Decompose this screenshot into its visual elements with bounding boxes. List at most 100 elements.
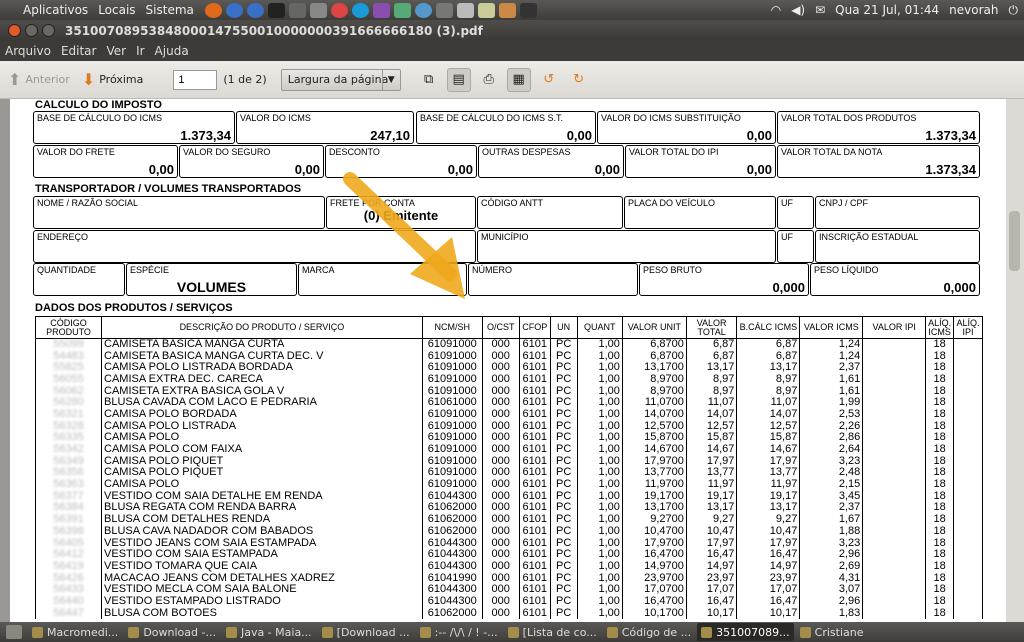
menu-ir[interactable]: Ir	[131, 44, 149, 58]
clock[interactable]: Qua 21 Jul, 01:44	[835, 3, 939, 17]
next-page-button[interactable]: ⬇ Próxima	[82, 70, 144, 89]
taskbar-item[interactable]: [Lista de co...	[504, 623, 601, 641]
zoom-select[interactable]: Largura da página ▼	[280, 68, 401, 91]
table-cell	[953, 361, 983, 374]
settings-icon[interactable]	[435, 2, 453, 18]
page-number-input[interactable]	[173, 69, 218, 90]
editor-icon[interactable]	[477, 2, 495, 18]
table-cell: 2,26	[799, 420, 864, 432]
menu-arquivo[interactable]: Arquivo	[0, 44, 56, 58]
minimize-window-button[interactable]	[25, 24, 38, 37]
help-icon-2[interactable]	[246, 2, 264, 18]
picasa-icon[interactable]	[372, 2, 390, 18]
table-cell: 1,99	[799, 396, 864, 409]
table-cell: 18	[925, 513, 955, 526]
taskbar-item[interactable]: Cristiane	[796, 623, 868, 641]
table-cell: 10,4700	[621, 525, 687, 538]
mail-icon[interactable]: ✉	[815, 3, 825, 17]
table-cell: 10,17	[685, 607, 738, 619]
column-header: VALOR UNIT	[621, 316, 687, 339]
taskbar-item-label: [Lista de co...	[522, 625, 597, 639]
table-cell: 18	[925, 408, 955, 421]
table-cell: 1,00	[576, 572, 623, 584]
table-cell: 18	[925, 583, 955, 596]
table-cell: 3,45	[799, 490, 864, 503]
paint-icon[interactable]	[498, 2, 516, 18]
table-cell: 1,00	[576, 560, 623, 573]
tool-icon[interactable]	[309, 2, 327, 18]
table-cell: 18	[925, 607, 955, 619]
table-row: 56349 CAMISA POLO PIQUET 61091000 000 6101 PC…	[34, 455, 983, 468]
table-cell: 13,1700	[621, 502, 687, 514]
chrome-icon[interactable]	[330, 2, 348, 18]
transport-section-title: TRANSPORTADOR / VOLUMES TRANSPORTADOS	[35, 183, 302, 195]
continuous-view-icon[interactable]: ▤	[446, 67, 471, 92]
taskbar-item[interactable]: [Download ...	[318, 623, 414, 641]
skype-icon[interactable]	[351, 2, 369, 18]
products-table: CÓDIGO PRODUTO DESCRIÇÃO DO PRODUTO / SER…	[34, 316, 983, 619]
maximize-window-button[interactable]	[42, 24, 55, 37]
table-cell: CAMISA POLO COM FAIXA	[101, 443, 423, 456]
table-cell: 000	[481, 607, 520, 619]
taskbar-item[interactable]: Código de ...	[603, 623, 695, 641]
table-cell: CAMISA POLO LISTRADA	[101, 420, 423, 432]
table-row: 56321 CAMISA POLO BORDADA 61091000 000 6101 P…	[34, 408, 983, 421]
app-icon[interactable]	[519, 2, 537, 18]
volume-icon[interactable]: ◀)	[791, 3, 805, 17]
dual-page-icon[interactable]: ⧉	[417, 68, 441, 92]
close-window-button[interactable]	[8, 24, 21, 37]
table-cell	[862, 548, 927, 561]
menu-system[interactable]: Sistema	[141, 3, 199, 17]
power-icon[interactable]: ⏻	[1009, 3, 1019, 18]
table-cell: 56419	[34, 560, 103, 573]
table-cell: 61044300	[421, 490, 483, 503]
table-cell: VESTIDO ESTAMPADO LISTRADO	[101, 595, 423, 608]
network-tool-icon[interactable]	[393, 2, 411, 18]
table-cell: 61044300	[421, 548, 483, 561]
transport-field: QUANTIDADE	[33, 263, 125, 296]
menu-applications[interactable]: Aplicativos	[18, 3, 93, 17]
taskbar-item[interactable]: Download -...	[124, 623, 220, 641]
monitor-icon[interactable]	[288, 2, 306, 18]
table-cell: PC	[549, 607, 578, 619]
help-icon[interactable]	[225, 2, 243, 18]
table-cell: 000	[481, 525, 520, 538]
menu-places[interactable]: Locais	[93, 3, 140, 17]
previous-page-button[interactable]: ⬆ Anterior	[8, 70, 70, 89]
menu-ver[interactable]: Ver	[101, 44, 131, 58]
fit-page-icon[interactable]: ▦	[506, 67, 531, 92]
table-cell: 10,17	[736, 607, 801, 619]
window-icon	[321, 626, 333, 638]
table-cell	[862, 455, 927, 468]
table-cell: 1,00	[576, 513, 623, 526]
menu-editar[interactable]: Editar	[56, 44, 102, 58]
table-cell: 8,9700	[621, 373, 687, 386]
table-row: 56377 VESTIDO COM SAIA DETALHE EM RENDA 61…	[34, 490, 983, 503]
show-desktop-icon[interactable]	[6, 625, 22, 639]
firefox-icon[interactable]	[204, 2, 222, 18]
taskbar-item[interactable]: :-- /\/\ / ! -...	[416, 623, 502, 641]
calculator-icon[interactable]	[456, 2, 474, 18]
document-viewer[interactable]: CALCULO DO IMPOSTO BASE DE CÁLCULO DO IC…	[0, 99, 1024, 622]
terminal-icon[interactable]	[267, 2, 285, 18]
table-cell	[953, 607, 983, 619]
rotate-right-icon[interactable]: ↻	[567, 68, 591, 92]
window-titlebar[interactable]: 3510070895384800014755001000000039166666…	[0, 20, 1024, 41]
table-cell: 9,27	[685, 513, 738, 526]
table-cell: 1,00	[576, 537, 623, 549]
wifi-icon[interactable]: ◠	[771, 3, 781, 17]
scrollbar-thumb[interactable]	[1009, 211, 1020, 271]
vertical-scrollbar[interactable]	[1006, 99, 1024, 622]
table-cell: 61091000	[421, 455, 483, 468]
transport-field: CÓDIGO ANTT	[477, 196, 623, 229]
taskbar-item[interactable]: 351007089...	[697, 623, 794, 641]
rotate-left-icon[interactable]: ↺	[537, 68, 561, 92]
table-cell: 6101	[518, 607, 551, 619]
menu-ajuda[interactable]: Ajuda	[150, 44, 194, 58]
taskbar-item[interactable]: Macromedi...	[28, 623, 122, 641]
taskbar-item[interactable]: Java - Maia...	[222, 623, 316, 641]
web-icon[interactable]	[414, 2, 432, 18]
user-menu[interactable]: nevorah	[949, 3, 998, 17]
table-cell: 6,87	[736, 338, 801, 351]
print-icon[interactable]: ⎙	[477, 68, 501, 92]
